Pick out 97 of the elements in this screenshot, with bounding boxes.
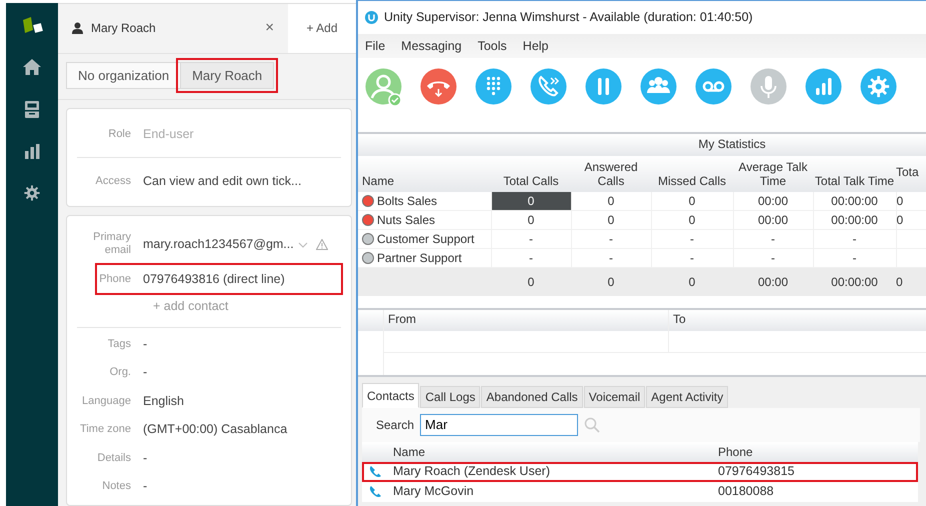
field-label: Language [81,394,132,408]
field-value: - [143,478,148,496]
contact-name: Mary McGovin [393,484,474,498]
pause-icon[interactable] [585,68,622,105]
tab-title: Mary Roach [91,20,157,38]
group-icon[interactable] [640,68,677,105]
field-label: Org. [108,366,132,380]
contact-phone: 07976493815 [718,464,794,478]
menu-item[interactable]: File [365,36,386,56]
column-group-header: My Statistics [651,133,813,156]
field-label: Time zone [79,423,132,436]
warning-icon [316,238,328,250]
app-logo-icon [365,11,378,24]
column-header[interactable]: Name [358,156,491,192]
column-header[interactable]: From [388,312,416,326]
table-cell: 0 [491,210,571,230]
field-label: Primary email [92,231,132,258]
table-cell: 0 [896,210,926,230]
field-label: Tags [106,338,132,351]
queue-name: Nuts Sales [377,213,436,228]
total-cell: 00:00 [733,268,813,296]
column-header[interactable]: To [673,312,686,326]
logo-icon [21,17,43,33]
field-label: Details [96,452,132,465]
voicemail-icon[interactable] [695,68,732,105]
tab[interactable]: Agent Activity [646,386,728,408]
field-value: - [143,336,148,353]
field-value: 07976493816 (direct line) [143,270,285,288]
table-cell: 00:00 [733,210,813,230]
table-cell: - [491,230,571,249]
person-icon [72,22,83,34]
field-value: - [143,450,148,467]
table-cell: 00:00 [733,192,813,211]
menu-item[interactable]: Tools [478,36,507,56]
table-cell: 00:00:00 [813,192,896,211]
field-value: English [143,392,184,410]
table-cell: 0 [896,192,926,211]
column-header[interactable]: Answered Calls [571,156,651,192]
tab[interactable]: Abandoned Calls [481,386,583,408]
field-label: Role [107,128,132,141]
column-header[interactable]: Missed Calls [651,156,733,192]
column-header[interactable]: Name [393,444,426,459]
field-value: (GMT+00:00) Casablanca [143,421,288,438]
field-value: mary.roach1234567@gm... [143,236,294,253]
inbox-icon[interactable] [25,101,39,118]
tab[interactable]: Call Logs [420,386,480,408]
organization-tab[interactable]: No organization [66,62,182,90]
table-cell: - [571,230,651,249]
table-cell: 0 [651,210,733,230]
column-header[interactable]: Total Calls [491,156,571,192]
phone-transfer-icon[interactable] [530,68,567,105]
table-cell: 0 [571,192,651,211]
field-value: Can view and edit own tick... [143,172,302,190]
search-label: Search [376,416,414,434]
field-label: Notes [101,480,132,494]
settings-icon[interactable] [24,185,40,201]
table-cell: - [813,230,896,249]
bar-chart-icon[interactable] [24,144,40,159]
menu-item[interactable]: Messaging [401,36,462,56]
total-cell: 0 [491,268,571,296]
column-header[interactable]: Average Talk Time [733,156,813,192]
tab[interactable]: Contacts [362,382,420,408]
field-label: Phone [98,272,132,286]
total-cell: 0 [896,268,926,296]
dialpad-icon[interactable] [475,68,512,105]
hang-up-icon[interactable] [420,68,457,105]
column-header[interactable]: Phone [718,444,753,459]
field-value: End-user [143,126,194,143]
table-cell: - [651,230,733,249]
status-icon[interactable] [365,68,402,108]
table-cell: - [733,230,813,249]
contact-phone: 00180088 [718,484,774,498]
field-value: - [143,364,148,382]
column-header[interactable]: Tota [896,156,926,192]
home-icon[interactable] [23,59,41,75]
total-cell: 0 [651,268,733,296]
add-tab-button[interactable]: + Add [288,4,356,53]
window-title: Unity Supervisor: Jenna Wimshurst - Available (duration: 01:40:50) [384,9,753,26]
queue-name: Partner Support [377,251,462,266]
queue-name: Bolts Sales [377,194,438,208]
total-cell: 0 [571,268,651,296]
tab[interactable]: Voicemail [584,386,646,408]
total-cell: 00:00:00 [813,268,896,296]
search-field[interactable]: Mar [420,414,578,436]
table-cell: 0 [651,192,733,211]
phone-icon[interactable] [368,465,382,478]
table-cell: 0 [491,192,571,211]
search-icon[interactable] [584,416,600,433]
contact-name: Mary Roach (Zendesk User) [393,464,550,478]
queue-name: Customer Support [377,232,474,246]
field-label: Access [94,174,132,188]
close-button[interactable]: × [265,17,274,40]
menu-item[interactable]: Help [522,36,549,56]
table-cell: 00:00:00 [813,210,896,230]
column-header[interactable]: Total Talk Time [813,156,896,192]
table-cell: 0 [571,210,651,230]
phone-icon[interactable] [368,485,382,498]
